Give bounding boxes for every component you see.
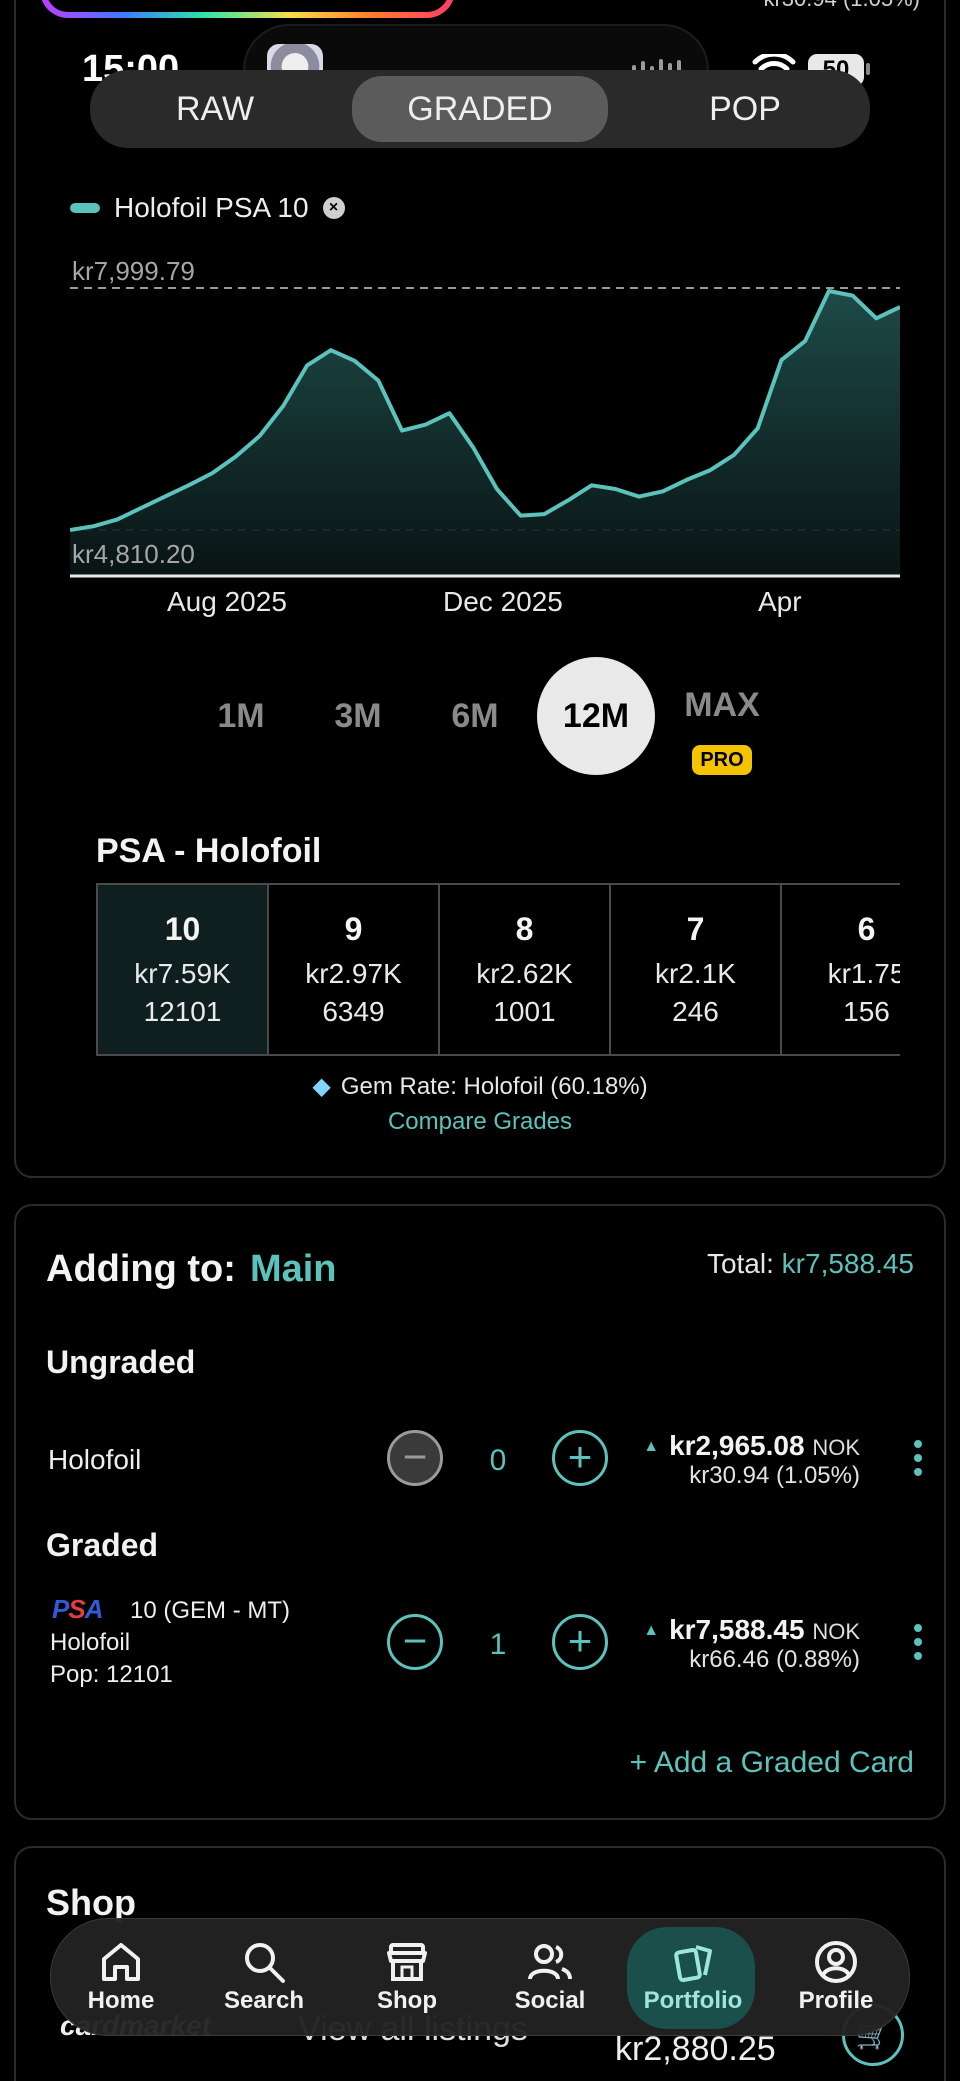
increment-button[interactable]: +: [552, 1430, 608, 1486]
ungraded-heading: Ungraded: [46, 1344, 196, 1380]
tab-portfolio[interactable]: Portfolio: [623, 1919, 763, 2037]
ungraded-change: kr30.94 (1.05%): [689, 1462, 860, 1489]
tab-shop[interactable]: Shop: [337, 1919, 477, 2037]
graded-price: ▲ kr7,588.45 NOK: [643, 1614, 860, 1646]
graded-heading: Graded: [46, 1527, 159, 1563]
tab-social[interactable]: Social: [480, 1919, 620, 2037]
psa-grade-table: 10 kr7.59K 12101 9 kr2.97K 6349 8 kr2.62…: [96, 883, 900, 1056]
grade-pop-count: 156: [843, 996, 890, 1027]
adding-to: Adding to: Main: [46, 1248, 337, 1291]
grade-pop-count: 246: [672, 996, 719, 1027]
graded-change: kr66.46 (0.88%): [689, 1646, 860, 1673]
graded-price-value: kr7,588.45: [669, 1614, 805, 1645]
currency: NOK: [812, 1619, 860, 1644]
price-area: [70, 291, 900, 576]
tab-search[interactable]: Search: [194, 1919, 334, 2037]
cards-icon: [623, 1937, 763, 1987]
graded-decrement-button[interactable]: −: [387, 1614, 443, 1670]
grade-cell-9[interactable]: 9 kr2.97K 6349: [267, 883, 438, 1056]
psa-table-title: PSA - Holofoil: [96, 832, 322, 870]
ungraded-price: ▲ kr2,965.08 NOK: [643, 1430, 860, 1462]
graded-more-options-icon[interactable]: [912, 1624, 924, 1660]
decrement-button[interactable]: −: [387, 1430, 443, 1486]
tab-label: Profile: [798, 1987, 874, 2014]
ungraded-variant-name: Holofoil: [48, 1444, 142, 1475]
grade-number: 10: [164, 911, 201, 947]
gem-rate-text: Gem Rate: Holofoil (60.18%): [340, 1073, 648, 1100]
range-1m[interactable]: 1M: [182, 657, 300, 775]
grade-cell-7[interactable]: 7 kr2.1K 246: [609, 883, 780, 1056]
grade-price: kr1.75: [827, 958, 900, 989]
total-value: kr7,588.45: [781, 1248, 914, 1279]
up-arrow-icon: ▲: [643, 1438, 660, 1455]
grade-price: kr2.62K: [476, 958, 573, 989]
bottom-tab-bar: Home Search Shop Social Portfolio Profil…: [50, 1918, 910, 2036]
graded-grade: 10 (GEM - MT): [130, 1597, 290, 1624]
grade-pop-count: 1001: [493, 996, 556, 1027]
store-icon: [337, 1937, 477, 1987]
up-arrow-icon: ▲: [643, 1622, 660, 1639]
tab-home[interactable]: Home: [51, 1919, 191, 2037]
remove-series-icon[interactable]: ×: [322, 197, 345, 219]
adding-to-label: Adding to:: [46, 1248, 236, 1290]
grade-number: 6: [857, 911, 876, 947]
grade-cell-6[interactable]: 6 kr1.75 156: [780, 883, 900, 1056]
diamond-icon: ◆: [312, 1073, 331, 1100]
graded-pop: Pop: 12101: [50, 1661, 173, 1688]
search-icon: [194, 1937, 334, 1987]
tab-label: Search: [223, 1987, 305, 2014]
total-label: Total:: [706, 1248, 774, 1279]
x-tick-apr: Apr: [758, 586, 802, 617]
grade-number: 8: [515, 911, 534, 947]
x-tick-dec-2025: Dec 2025: [443, 586, 563, 617]
grade-cell-10[interactable]: 10 kr7.59K 12101: [96, 883, 267, 1056]
tab-profile[interactable]: Profile: [766, 1919, 906, 2037]
grade-pop-count: 6349: [322, 996, 385, 1027]
ungraded-quantity: 0: [489, 1444, 507, 1477]
psa-logo: PSA: [52, 1594, 103, 1624]
people-icon: [480, 1937, 620, 1987]
currency: NOK: [812, 1435, 860, 1460]
chart-min-label: kr4,810.20: [72, 539, 195, 569]
add-graded-card-button[interactable]: + Add a Graded Card: [630, 1746, 914, 1780]
range-12m[interactable]: 12M: [537, 657, 655, 775]
grade-price: kr7.59K: [134, 958, 231, 989]
grade-price: kr2.1K: [655, 958, 736, 989]
pro-badge: PRO: [692, 745, 752, 775]
home-icon: [51, 1937, 191, 1987]
tab-label: Portfolio: [643, 1987, 743, 2014]
portfolio-total: Total: kr7,588.45: [707, 1248, 914, 1280]
graded-increment-button[interactable]: +: [552, 1614, 608, 1670]
range-3m[interactable]: 3M: [299, 657, 417, 775]
range-6m[interactable]: 6M: [416, 657, 534, 775]
portfolio-add-card: [14, 1204, 946, 1820]
compare-grades-link[interactable]: Compare Grades: [0, 1108, 960, 1136]
graded-quantity: 1: [489, 1628, 507, 1661]
grade-number: 7: [686, 911, 705, 947]
profile-icon: [766, 1937, 906, 1987]
legend-swatch: [70, 203, 100, 213]
tab-label: Home: [87, 1987, 155, 2014]
tab-label: Social: [514, 1987, 586, 2014]
chart-max-label: kr7,999.79: [72, 256, 195, 286]
more-options-icon[interactable]: [912, 1440, 924, 1476]
grade-cell-8[interactable]: 8 kr2.62K 1001: [438, 883, 609, 1056]
grade-pop-count: 12101: [143, 996, 222, 1027]
chart-legend: Holofoil PSA 10 ×: [70, 192, 345, 224]
tab-label: Shop: [377, 1987, 437, 2014]
grade-number: 9: [344, 911, 363, 947]
portfolio-selector[interactable]: Main: [250, 1248, 337, 1290]
price-chart: kr7,999.79 kr4,810.20: [70, 256, 900, 578]
graded-variant-name: Holofoil: [50, 1629, 131, 1656]
ungraded-price-value: kr2,965.08: [669, 1430, 805, 1461]
gem-rate: ◆ Gem Rate: Holofoil (60.18%): [0, 1072, 960, 1101]
grade-price: kr2.97K: [305, 958, 402, 989]
x-tick-aug-2025: Aug 2025: [167, 586, 287, 617]
legend-label: Holofoil PSA 10: [114, 192, 309, 223]
